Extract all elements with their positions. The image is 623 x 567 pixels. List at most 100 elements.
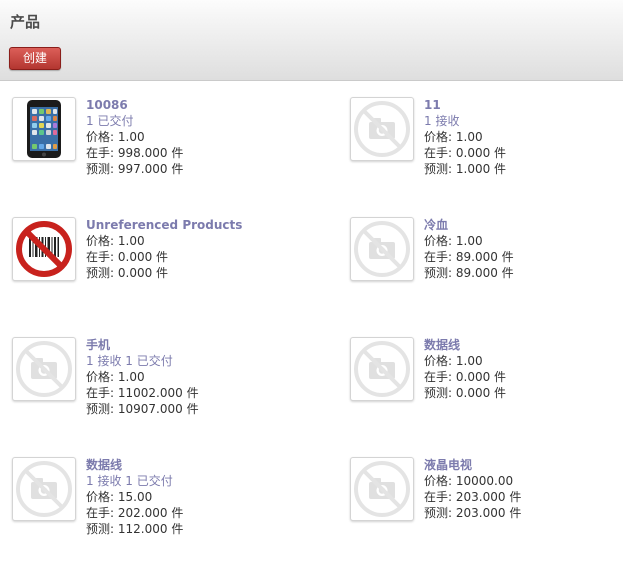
product-card[interactable]: Unreferenced Products 价格: 1.00 在手: 0.000… bbox=[12, 217, 302, 327]
product-details: 手机 1 接收 1 已交付 价格: 1.00 在手: 11002.000 件 预… bbox=[86, 337, 199, 417]
product-name[interactable]: 手机 bbox=[86, 337, 199, 353]
price-row: 价格: 1.00 bbox=[424, 233, 514, 249]
product-image[interactable] bbox=[350, 337, 414, 401]
price-row: 价格: 1.00 bbox=[86, 129, 183, 145]
forecast-row: 预测: 89.000 件 bbox=[424, 265, 514, 281]
product-name[interactable]: 冷血 bbox=[424, 217, 514, 233]
price-value: 1.00 bbox=[455, 234, 483, 248]
onhand-label: 在手: bbox=[86, 506, 115, 520]
product-card[interactable]: 10086 1 已交付 价格: 1.00 在手: 998.000 件 预测: 9… bbox=[12, 97, 302, 207]
no-barcode-image bbox=[16, 221, 72, 277]
price-value: 1.00 bbox=[455, 130, 483, 144]
forecast-label: 预测: bbox=[86, 162, 115, 176]
stock-move-link[interactable]: 1 接收 bbox=[424, 114, 459, 128]
forecast-value: 203.000 件 bbox=[455, 506, 522, 520]
product-details: Unreferenced Products 价格: 1.00 在手: 0.000… bbox=[86, 217, 242, 281]
onhand-value: 0.000 件 bbox=[455, 370, 507, 384]
no-image-icon bbox=[16, 461, 72, 517]
product-image[interactable] bbox=[12, 97, 76, 161]
product-card[interactable]: 11 1 接收 价格: 1.00 在手: 0.000 件 预测: 1.000 件 bbox=[350, 97, 623, 207]
onhand-row: 在手: 998.000 件 bbox=[86, 145, 183, 161]
product-image[interactable] bbox=[12, 337, 76, 401]
price-value: 1.00 bbox=[455, 354, 483, 368]
onhand-label: 在手: bbox=[86, 146, 115, 160]
forecast-label: 预测: bbox=[424, 266, 453, 280]
product-card[interactable]: 手机 1 接收 1 已交付 价格: 1.00 在手: 11002.000 件 预… bbox=[12, 337, 302, 447]
forecast-value: 10907.000 件 bbox=[117, 402, 199, 416]
product-name[interactable]: 数据线 bbox=[86, 457, 183, 473]
forecast-label: 预测: bbox=[86, 402, 115, 416]
product-details: 冷血 价格: 1.00 在手: 89.000 件 预测: 89.000 件 bbox=[424, 217, 514, 281]
product-details: 数据线 价格: 1.00 在手: 0.000 件 预测: 0.000 件 bbox=[424, 337, 506, 401]
product-name[interactable]: 液晶电视 bbox=[424, 457, 521, 473]
forecast-row: 预测: 10907.000 件 bbox=[86, 401, 199, 417]
forecast-label: 预测: bbox=[424, 386, 453, 400]
product-details: 11 1 接收 价格: 1.00 在手: 0.000 件 预测: 1.000 件 bbox=[424, 97, 506, 177]
price-row: 价格: 1.00 bbox=[424, 129, 506, 145]
product-name[interactable]: 11 bbox=[424, 97, 506, 113]
forecast-row: 预测: 0.000 件 bbox=[424, 385, 506, 401]
price-value: 15.00 bbox=[117, 490, 153, 504]
onhand-row: 在手: 202.000 件 bbox=[86, 505, 183, 521]
product-details: 数据线 1 接收 1 已交付 价格: 15.00 在手: 202.000 件 预… bbox=[86, 457, 183, 537]
onhand-label: 在手: bbox=[424, 490, 453, 504]
product-card[interactable]: 数据线 1 接收 1 已交付 价格: 15.00 在手: 202.000 件 预… bbox=[12, 457, 302, 567]
onhand-row: 在手: 0.000 件 bbox=[424, 145, 506, 161]
stock-move-link[interactable]: 1 已交付 bbox=[86, 114, 133, 128]
price-row: 价格: 1.00 bbox=[86, 233, 242, 249]
create-button[interactable]: 创建 bbox=[9, 47, 61, 70]
product-card[interactable]: 液晶电视 价格: 10000.00 在手: 203.000 件 预测: 203.… bbox=[350, 457, 623, 567]
product-image[interactable] bbox=[350, 217, 414, 281]
forecast-value: 0.000 件 bbox=[117, 266, 169, 280]
forecast-value: 997.000 件 bbox=[117, 162, 184, 176]
forecast-row: 预测: 997.000 件 bbox=[86, 161, 183, 177]
onhand-row: 在手: 11002.000 件 bbox=[86, 385, 199, 401]
price-label: 价格: bbox=[424, 130, 453, 144]
onhand-value: 89.000 件 bbox=[455, 250, 514, 264]
control-panel: 产品 创建 bbox=[0, 0, 623, 81]
onhand-label: 在手: bbox=[86, 250, 115, 264]
stock-move-link[interactable]: 1 已交付 bbox=[125, 354, 172, 368]
price-label: 价格: bbox=[86, 234, 115, 248]
onhand-label: 在手: bbox=[86, 386, 115, 400]
product-card[interactable]: 冷血 价格: 1.00 在手: 89.000 件 预测: 89.000 件 bbox=[350, 217, 623, 327]
no-image-icon bbox=[16, 341, 72, 397]
onhand-row: 在手: 0.000 件 bbox=[424, 369, 506, 385]
product-image[interactable] bbox=[350, 457, 414, 521]
stock-moves: 1 接收 1 已交付 bbox=[86, 473, 183, 489]
forecast-label: 预测: bbox=[424, 162, 453, 176]
product-name[interactable]: 数据线 bbox=[424, 337, 506, 353]
no-image-icon bbox=[354, 101, 410, 157]
onhand-value: 11002.000 件 bbox=[117, 386, 199, 400]
product-image[interactable] bbox=[350, 97, 414, 161]
onhand-label: 在手: bbox=[424, 250, 453, 264]
product-name[interactable]: Unreferenced Products bbox=[86, 217, 242, 233]
onhand-value: 0.000 件 bbox=[117, 250, 169, 264]
price-row: 价格: 1.00 bbox=[86, 369, 199, 385]
no-image-icon bbox=[354, 341, 410, 397]
stock-move-link[interactable]: 1 接收 bbox=[86, 474, 121, 488]
onhand-label: 在手: bbox=[424, 146, 453, 160]
price-value: 10000.00 bbox=[455, 474, 514, 488]
product-name[interactable]: 10086 bbox=[86, 97, 183, 113]
stock-move-link[interactable]: 1 已交付 bbox=[125, 474, 172, 488]
price-label: 价格: bbox=[424, 354, 453, 368]
phone-image bbox=[27, 100, 61, 158]
price-value: 1.00 bbox=[117, 130, 145, 144]
stock-move-link[interactable]: 1 接收 bbox=[86, 354, 121, 368]
product-details: 10086 1 已交付 价格: 1.00 在手: 998.000 件 预测: 9… bbox=[86, 97, 183, 177]
forecast-value: 0.000 件 bbox=[455, 386, 507, 400]
forecast-row: 预测: 203.000 件 bbox=[424, 505, 521, 521]
stock-moves: 1 已交付 bbox=[86, 113, 183, 129]
product-image[interactable] bbox=[12, 217, 76, 281]
price-row: 价格: 15.00 bbox=[86, 489, 183, 505]
onhand-value: 202.000 件 bbox=[117, 506, 184, 520]
price-label: 价格: bbox=[86, 490, 115, 504]
price-label: 价格: bbox=[86, 370, 115, 384]
product-card[interactable]: 数据线 价格: 1.00 在手: 0.000 件 预测: 0.000 件 bbox=[350, 337, 623, 447]
forecast-label: 预测: bbox=[86, 522, 115, 536]
forecast-label: 预测: bbox=[86, 266, 115, 280]
price-label: 价格: bbox=[86, 130, 115, 144]
product-image[interactable] bbox=[12, 457, 76, 521]
stock-moves: 1 接收 1 已交付 bbox=[86, 353, 199, 369]
